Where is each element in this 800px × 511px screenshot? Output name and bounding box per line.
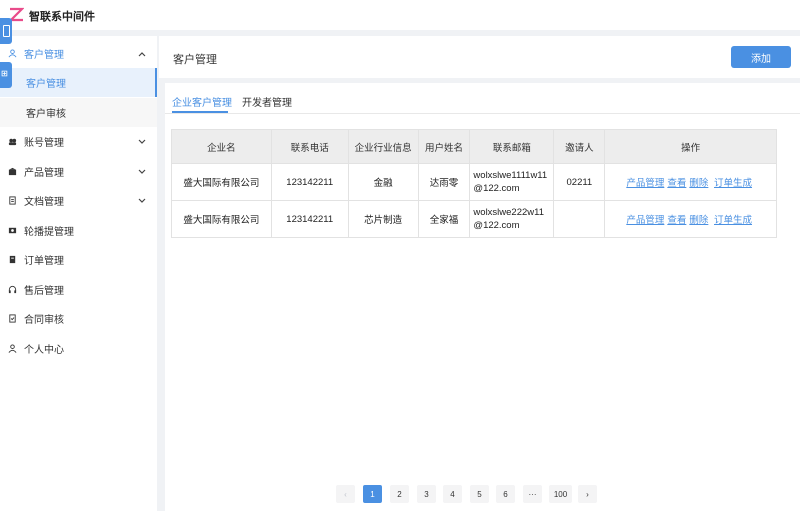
sidebar-item-carousel-management[interactable]: 轮播提管理: [0, 216, 157, 245]
table-row: 盛大国际有限公司 123142211 金融 达雨零 wolxslwe1111w1…: [171, 163, 777, 201]
page-title: 客户管理: [173, 54, 217, 66]
order-generate-link[interactable]: 订单生成: [714, 215, 752, 226]
cell-user: 达雨零: [417, 163, 471, 201]
sidebar-item-after-sales[interactable]: 售后管理: [0, 275, 157, 304]
table-row: 盛大国际有限公司 123142211 芯片制造 全家福 wolxslwe222w…: [171, 200, 777, 238]
cell-industry: 金融: [347, 163, 419, 201]
tab-developers[interactable]: 开发者管理: [242, 94, 292, 109]
page-header: 客户管理 添加: [157, 36, 800, 78]
content-panel: 企业客户管理 开发者管理 企业名 联系电话 企业行业信息 用户姓名 联系邮箱 邀…: [165, 83, 800, 511]
column-header: 用户姓名: [417, 129, 471, 164]
sidebar-item-product-management[interactable]: 产品管理: [0, 157, 157, 186]
column-header: 企业名: [171, 129, 272, 164]
delete-link[interactable]: 删除: [689, 178, 708, 189]
chevron-down-icon: [138, 167, 146, 177]
chevron-down-icon: [138, 137, 146, 147]
column-header: 联系电话: [270, 129, 349, 164]
product-management-link[interactable]: 产品管理: [626, 178, 664, 189]
page-ellipsis[interactable]: ···: [523, 485, 542, 503]
cell-company: 盛大国际有限公司: [171, 200, 272, 238]
package-icon: [8, 167, 17, 176]
headset-icon: [8, 285, 17, 294]
order-icon: [8, 255, 17, 264]
person-icon: [8, 344, 17, 353]
page-button[interactable]: 5: [470, 485, 489, 503]
cell-email: wolxslwe1111w11 @122.com: [469, 163, 555, 201]
page-button[interactable]: 4: [443, 485, 462, 503]
view-link[interactable]: 查看: [667, 215, 686, 226]
prev-page-button[interactable]: ‹: [336, 485, 355, 503]
product-management-link[interactable]: 产品管理: [626, 215, 664, 226]
sidebar-subitem-customer-management[interactable]: 客户管理: [0, 68, 157, 97]
cell-inviter: [553, 200, 606, 238]
sidebar-subitem-customer-review[interactable]: 客户审核: [0, 98, 157, 127]
cell-actions: 产品管理 查看 删除 订单生成: [604, 200, 777, 238]
customer-table: 企业名 联系电话 企业行业信息 用户姓名 联系邮箱 邀请人 操作 盛大国际有限公…: [171, 129, 777, 238]
cell-user: 全家福: [417, 200, 471, 238]
column-header: 联系邮箱: [469, 129, 555, 164]
delete-link[interactable]: 删除: [689, 215, 708, 226]
floating-window-icon[interactable]: [0, 18, 12, 44]
next-page-button[interactable]: ›: [578, 485, 597, 503]
page-button[interactable]: 100: [549, 485, 572, 503]
team-icon: [8, 137, 17, 146]
picture-icon: [8, 226, 17, 235]
document-icon: [8, 196, 17, 205]
sidebar-item-customer-management[interactable]: 客户管理: [0, 39, 157, 68]
column-header: 企业行业信息: [347, 129, 419, 164]
cell-industry: 芯片制造: [347, 200, 419, 238]
column-header: 邀请人: [553, 129, 606, 164]
page-button[interactable]: 2: [390, 485, 409, 503]
cell-email: wolxslwe222w11 @122.com: [469, 200, 555, 238]
chevron-up-icon: [138, 49, 146, 59]
sidebar-item-contract-review[interactable]: 合同审核: [0, 304, 157, 333]
cell-inviter: 02211: [553, 163, 606, 201]
page-button[interactable]: 6: [496, 485, 515, 503]
cell-company: 盛大国际有限公司: [171, 163, 272, 201]
sidebar-item-order-management[interactable]: 订单管理: [0, 245, 157, 274]
tab-enterprise-customers[interactable]: 企业客户管理: [172, 94, 232, 109]
add-button[interactable]: 添加: [731, 46, 791, 68]
sidebar-item-document-management[interactable]: 文档管理: [0, 186, 157, 215]
contract-icon: [8, 314, 17, 323]
sidebar: 客户管理 客户管理 客户审核 账号管理 产品管理 文档管理 轮播提管理 订单管理…: [0, 36, 157, 511]
floating-qr-icon[interactable]: ⊞: [0, 62, 12, 88]
cell-phone: 123142211: [270, 200, 349, 238]
order-generate-link[interactable]: 订单生成: [714, 178, 752, 189]
chevron-down-icon: [138, 196, 146, 206]
cell-phone: 123142211: [270, 163, 349, 201]
table-header-row: 企业名 联系电话 企业行业信息 用户姓名 联系邮箱 邀请人 操作: [171, 129, 777, 164]
app-title: 智联系中间件: [29, 11, 95, 23]
user-icon: [8, 49, 17, 58]
cell-actions: 产品管理 查看 删除 订单生成: [604, 163, 777, 201]
view-link[interactable]: 查看: [667, 178, 686, 189]
sidebar-item-personal-center[interactable]: 个人中心: [0, 334, 157, 363]
page-button[interactable]: 3: [417, 485, 436, 503]
column-header: 操作: [604, 129, 777, 164]
sidebar-item-account-management[interactable]: 账号管理: [0, 127, 157, 156]
page-button[interactable]: 1: [363, 485, 382, 503]
top-header: 智联系中间件: [0, 0, 800, 30]
